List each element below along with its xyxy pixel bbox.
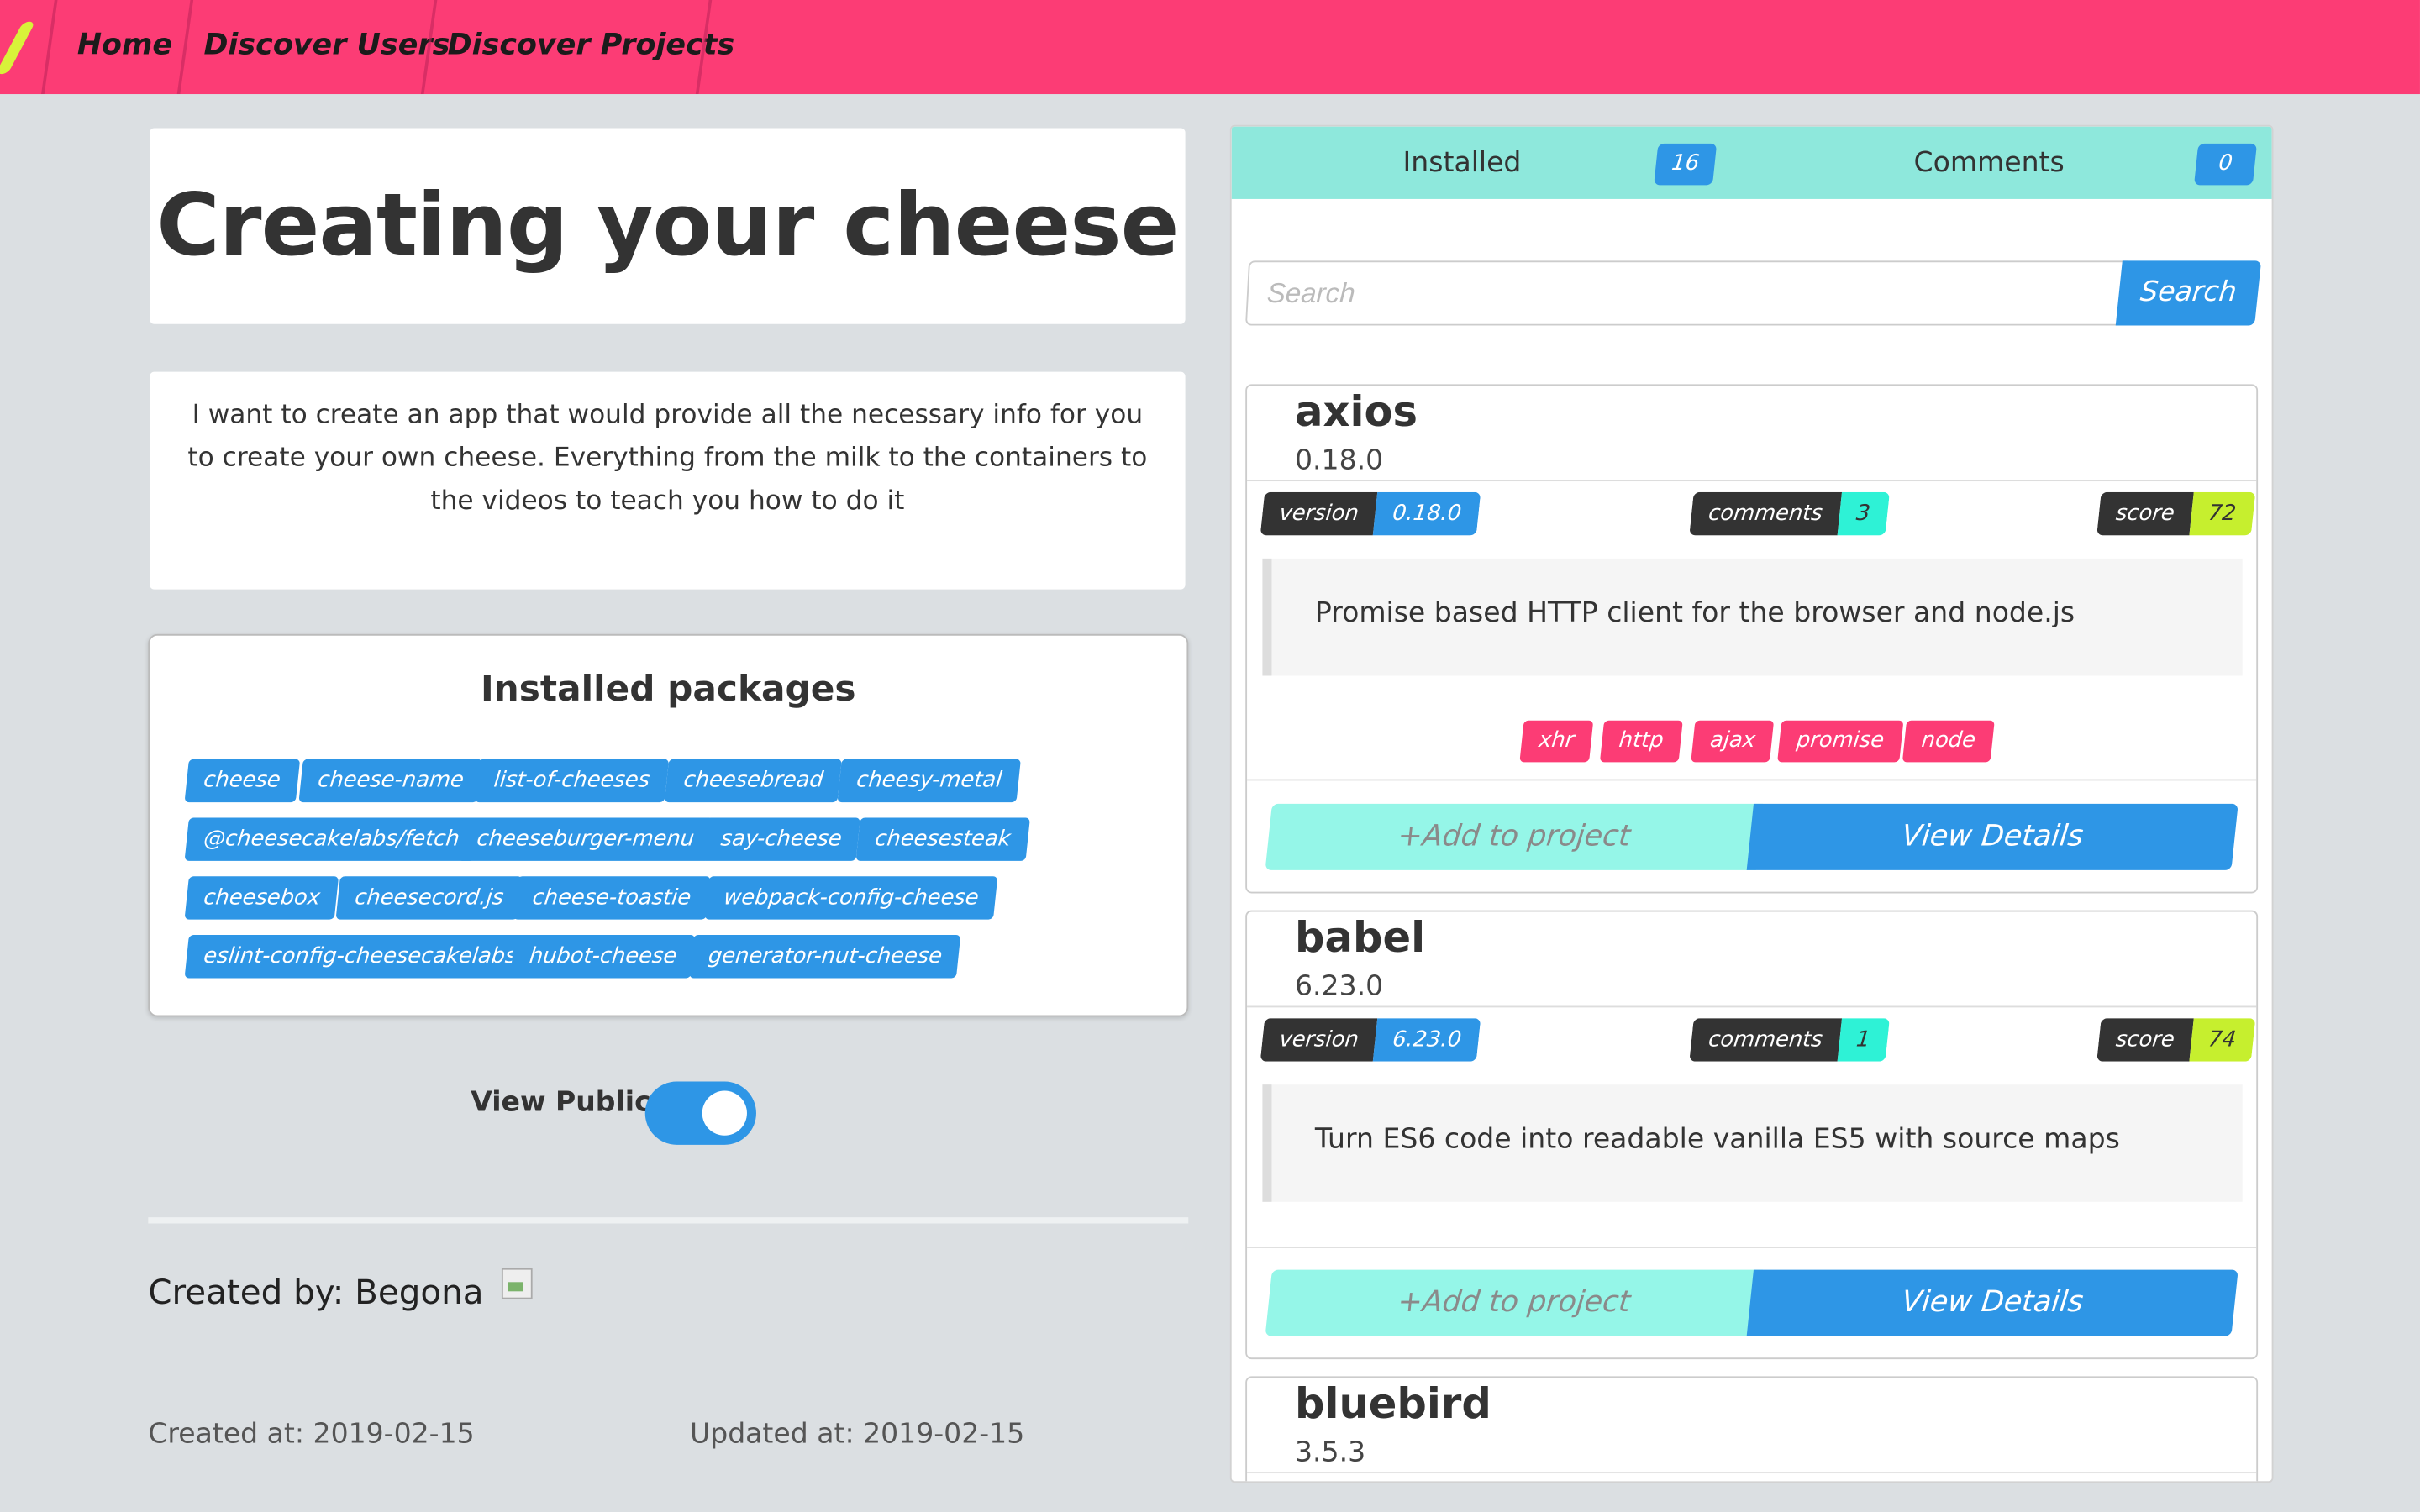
shield-value: 1 [1837, 1018, 1890, 1062]
package-tag[interactable]: cheesy-metal [837, 759, 1022, 803]
package-version: 6.23.0 [1294, 970, 1384, 1003]
toggle-knob [702, 1090, 747, 1136]
comments-count-badge[interactable]: 0 [2194, 143, 2258, 186]
package-tag[interactable]: cheese [184, 759, 300, 803]
package-description-text: Promise based HTTP client for the browse… [1314, 596, 2075, 630]
package-description: Promise based HTTP client for the browse… [1262, 558, 2243, 676]
package-description: Turn ES6 code into readable vanilla ES5 … [1262, 1084, 2243, 1202]
nav-divider [176, 0, 194, 95]
package-tag[interactable]: cheesebox [184, 876, 339, 920]
creator-avatar [501, 1268, 533, 1299]
package-tag[interactable]: cheese-name [298, 759, 483, 803]
score-shield: score 74 [2096, 1018, 2255, 1062]
view-public-label: View Public [471, 1086, 651, 1119]
comments-shield: comments 1 [1689, 1018, 1890, 1062]
package-name[interactable]: bluebird [1295, 1381, 1491, 1429]
package-description-text: Turn ES6 code into readable vanilla ES5 … [1314, 1123, 2120, 1156]
package-tag[interactable]: cheese-toastie [513, 876, 711, 920]
comments-shield: comments 3 [1689, 491, 1890, 536]
view-details-button[interactable]: View Details [1746, 1269, 2238, 1336]
project-description: I want to create an app that would provi… [187, 399, 1148, 517]
package-tag[interactable]: @cheesecakelabs/fetch [184, 817, 479, 861]
search-button[interactable]: Search [2115, 260, 2262, 326]
package-tag[interactable]: list-of-cheeses [474, 759, 670, 803]
logo-icon[interactable] [0, 21, 36, 75]
package-tag[interactable]: eslint-config-cheesecakelabs [184, 935, 536, 979]
shield-key: version [1260, 491, 1378, 536]
package-card: babel 6.23.0 version 6.23.0 comments 1 s… [1245, 910, 2259, 1360]
installed-count-badge[interactable]: 16 [1654, 143, 1718, 186]
divider [1247, 1472, 2257, 1474]
nav-discover-users[interactable]: Discover Users [203, 28, 450, 61]
package-name[interactable]: babel [1295, 915, 1425, 963]
shield-key: comments [1689, 1018, 1842, 1062]
keyword-tag[interactable]: node [1902, 720, 1995, 763]
add-to-project-button[interactable]: +Add to project [1265, 803, 1763, 870]
shield-value: 6.23.0 [1373, 1018, 1481, 1062]
shield-key: score [2096, 1018, 2194, 1062]
installed-packages-card: Installed packages cheese cheese-name li… [148, 633, 1189, 1017]
shield-key: score [2096, 491, 2194, 536]
packages-panel: Installed 16 Comments 0 Search axios 0.1… [1229, 124, 2274, 1483]
project-description-card: I want to create an app that would provi… [150, 371, 1186, 590]
package-tag[interactable]: cheesebread [664, 759, 843, 803]
project-title: Creating your cheese [156, 176, 1179, 276]
package-card: axios 0.18.0 version 0.18.0 comments 3 s… [1245, 384, 2259, 894]
package-version: 0.18.0 [1294, 444, 1384, 477]
divider [1247, 1247, 2257, 1248]
keyword-tag[interactable]: promise [1777, 720, 1903, 763]
shield-value: 3 [1837, 491, 1890, 536]
package-version: 3.5.3 [1294, 1436, 1366, 1469]
keyword-tag[interactable]: http [1599, 720, 1683, 763]
keyword-tag[interactable]: xhr [1519, 720, 1594, 763]
nav-divider [41, 0, 58, 95]
nav-discover-projects[interactable]: Discover Projects [448, 28, 735, 61]
shield-value: 72 [2189, 491, 2255, 536]
project-title-card: Creating your cheese [150, 128, 1186, 324]
tab-installed[interactable]: Installed [1403, 146, 1522, 179]
package-tag[interactable]: cheesesteak [855, 817, 1030, 861]
score-shield: score 72 [2096, 491, 2255, 536]
shield-value: 74 [2189, 1018, 2255, 1062]
add-to-project-button[interactable]: +Add to project [1265, 1269, 1763, 1336]
package-tag[interactable]: cheesecord.js [335, 876, 523, 920]
search-input[interactable] [1245, 260, 2128, 326]
package-tag[interactable]: say-cheese [701, 817, 861, 861]
view-details-button[interactable]: View Details [1746, 803, 2238, 870]
created-at: Created at: 2019-02-15 [148, 1417, 475, 1451]
divider [1247, 1005, 2257, 1008]
package-tag[interactable]: hubot-cheese [510, 935, 697, 979]
divider [148, 1217, 1189, 1224]
tab-comments[interactable]: Comments [1914, 146, 2065, 179]
installed-packages-heading: Installed packages [480, 669, 856, 710]
package-tag[interactable]: webpack-config-cheese [704, 876, 998, 920]
package-name[interactable]: axios [1295, 389, 1418, 437]
package-tag[interactable]: cheeseburger-menu [457, 817, 713, 861]
updated-at: Updated at: 2019-02-15 [690, 1417, 1025, 1451]
top-nav: Home Discover Users Discover Projects [0, 0, 2420, 95]
shield-value: 0.18.0 [1373, 491, 1481, 536]
package-tag[interactable]: generator-nut-cheese [689, 935, 962, 979]
divider [1247, 779, 2257, 781]
divider [1247, 480, 2257, 482]
shield-key: comments [1689, 491, 1842, 536]
version-shield: version 6.23.0 [1260, 1018, 1481, 1062]
version-shield: version 0.18.0 [1260, 491, 1481, 536]
shield-key: version [1260, 1018, 1378, 1062]
panel-tabs: Installed 16 Comments 0 [1231, 126, 2272, 199]
view-public-toggle[interactable] [644, 1081, 756, 1145]
created-by: Created by: Begona [148, 1274, 484, 1314]
nav-home[interactable]: Home [77, 28, 172, 61]
keyword-tag[interactable]: ajax [1691, 720, 1775, 763]
package-card: bluebird 3.5.3 [1245, 1376, 2259, 1482]
